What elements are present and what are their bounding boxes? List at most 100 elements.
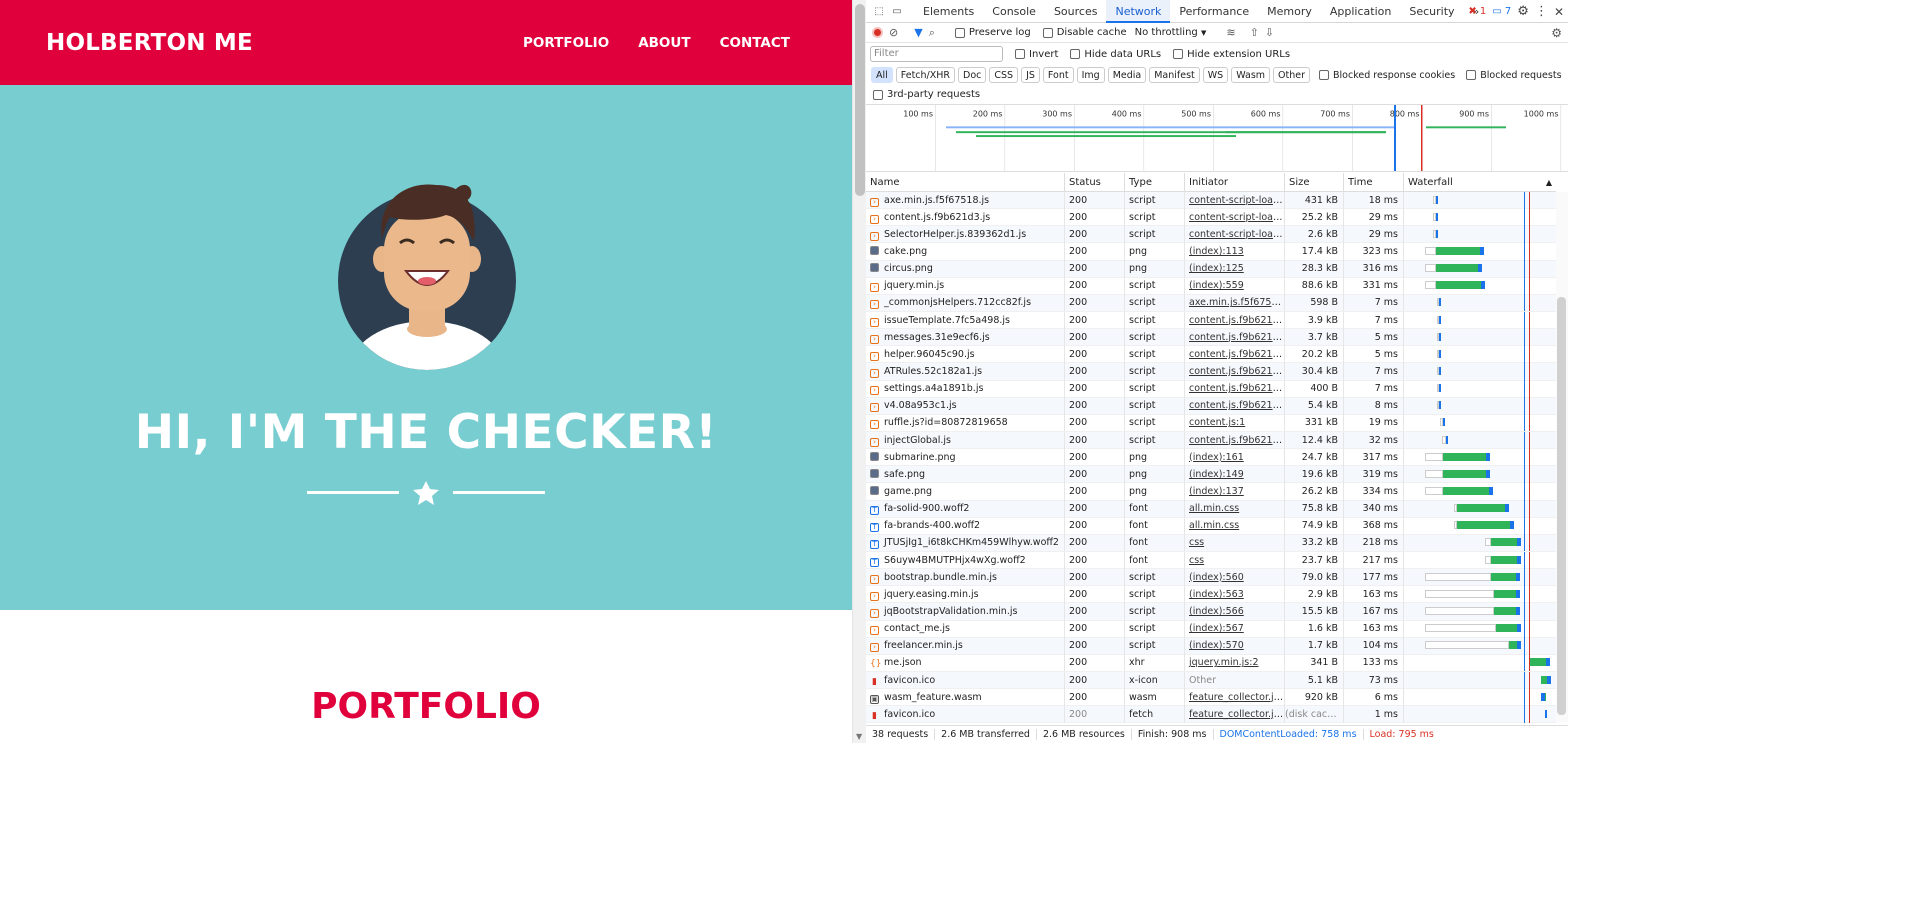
tab-elements[interactable]: Elements xyxy=(914,0,983,23)
cell-name[interactable]: ▮ favicon.ico xyxy=(866,705,1065,723)
record-stop-icon[interactable] xyxy=(872,27,883,38)
nav-link-portfolio[interactable]: PORTFOLIO xyxy=(523,35,609,51)
tab-application[interactable]: Application xyxy=(1321,0,1400,23)
scroll-down-arrow-icon[interactable]: ▼ xyxy=(856,732,862,741)
cell-initiator[interactable]: content.js.f9b621d... xyxy=(1185,397,1285,415)
table-row[interactable]: › contact_me.js 200 script (index):567 1.6 kB… xyxy=(866,620,1556,638)
cell-name[interactable]: › injectGlobal.js xyxy=(866,431,1065,449)
cell-name[interactable]: Tfa-brands-400.woff2 xyxy=(866,517,1065,535)
cell-name[interactable]: › jquery.min.js xyxy=(866,277,1065,295)
initiator-link[interactable]: (index):161 xyxy=(1189,452,1244,463)
table-row[interactable]: › content.js.f9b621d3.js 200 script content-… xyxy=(866,208,1556,227)
cell-initiator[interactable]: Other xyxy=(1185,671,1285,689)
initiator-link[interactable]: content-script-load... xyxy=(1189,195,1284,206)
cell-initiator[interactable]: (index):567 xyxy=(1185,620,1285,638)
initiator-link[interactable]: feature_collector.js:... xyxy=(1189,692,1284,703)
initiator-link[interactable]: jquery.min.js:2 xyxy=(1189,657,1259,668)
type-filter-js[interactable]: JS xyxy=(1021,67,1040,83)
cell-initiator[interactable]: (index):125 xyxy=(1185,260,1285,278)
cell-name[interactable]: › _commonjsHelpers.712cc82f.js xyxy=(866,294,1065,312)
table-row[interactable]: cake.png 200 png (index):113 17.4 kB 323 ms xyxy=(866,243,1556,261)
cell-name[interactable]: › jqBootstrapValidation.min.js xyxy=(866,602,1065,620)
site-brand[interactable]: HOLBERTON ME xyxy=(46,30,253,56)
cell-name[interactable]: {} me.json xyxy=(866,654,1065,672)
col-status[interactable]: Status xyxy=(1065,172,1125,192)
col-initiator[interactable]: Initiator xyxy=(1185,172,1285,192)
initiator-link[interactable]: feature_collector.js:... xyxy=(1189,709,1284,720)
cell-name[interactable]: › ruffle.js?id=80872819658 xyxy=(866,414,1065,432)
type-filter-media[interactable]: Media xyxy=(1107,67,1147,83)
table-row[interactable]: › messages.31e9ecf6.js 200 script content.js… xyxy=(866,328,1556,347)
table-row[interactable]: submarine.png 200 png (index):161 24.7 kB 317… xyxy=(866,448,1556,467)
cell-initiator[interactable]: (index):137 xyxy=(1185,482,1285,500)
initiator-link[interactable]: all.min.css xyxy=(1189,520,1239,531)
initiator-link[interactable]: (index):570 xyxy=(1189,640,1244,651)
type-filter-manifest[interactable]: Manifest xyxy=(1149,67,1200,83)
cell-initiator[interactable]: content.js:1 xyxy=(1185,414,1285,432)
cell-initiator[interactable]: (index):570 xyxy=(1185,637,1285,655)
cell-initiator[interactable]: (index):161 xyxy=(1185,448,1285,466)
table-row[interactable]: › injectGlobal.js 200 script content.js.f9b6… xyxy=(866,431,1556,450)
cell-name[interactable]: › ATRules.52c182a1.js xyxy=(866,362,1065,380)
initiator-link[interactable]: content-script-load... xyxy=(1189,229,1284,240)
cell-initiator[interactable]: content.js.f9b621d... xyxy=(1185,311,1285,329)
table-row[interactable]: {} me.json 200 xhr jquery.min.js:2 341 B 133 m… xyxy=(866,654,1556,672)
table-row[interactable]: ▮ favicon.ico 200 fetch feature_collector.js… xyxy=(866,705,1556,724)
initiator-link[interactable]: css xyxy=(1189,555,1204,566)
third-party-checkbox[interactable]: 3rd-party requests xyxy=(873,89,980,100)
page-scrollbar[interactable]: ▼ xyxy=(852,0,866,743)
initiator-link[interactable]: (index):559 xyxy=(1189,280,1244,291)
nav-link-about[interactable]: ABOUT xyxy=(638,35,690,51)
cell-name[interactable]: › settings.a4a1891b.js xyxy=(866,380,1065,398)
cell-name[interactable]: › messages.31e9ecf6.js xyxy=(866,328,1065,346)
cell-name[interactable]: T S6uyw4BMUTPHjx4wXg.woff2 xyxy=(866,551,1065,569)
table-row[interactable]: safe.png 200 png (index):149 19.6 kB 319 ms xyxy=(866,465,1556,484)
initiator-link[interactable]: (index):113 xyxy=(1189,246,1244,257)
timeline-overview[interactable]: 100 ms 200 ms 300 ms 400 ms 500 ms 600 ms 700 … xyxy=(866,104,1568,172)
cell-initiator[interactable]: content-script-load... xyxy=(1185,208,1285,226)
table-row[interactable]: › helper.96045c90.js 200 script content.js.f… xyxy=(866,345,1556,364)
cell-name[interactable]: ▮ favicon.ico xyxy=(866,671,1065,689)
table-scrollbar-thumb[interactable] xyxy=(1557,297,1566,715)
cell-name[interactable]: T JTUSjIg1_i6t8kCHKm459Wlhyw.woff2 xyxy=(866,534,1065,552)
cell-initiator[interactable]: content-script-load... xyxy=(1185,225,1285,243)
table-row[interactable]: T S6uyw4BMUTPHjx4wXg.woff2 200 font css 23.7 … xyxy=(866,551,1556,570)
throttling-select[interactable]: No throttling ▼ xyxy=(1135,27,1207,38)
inspect-element-icon[interactable]: ⬚ xyxy=(870,2,888,20)
cell-initiator[interactable]: content.js.f9b621d... xyxy=(1185,362,1285,380)
cell-initiator[interactable]: (index):560 xyxy=(1185,568,1285,586)
type-filter-font[interactable]: Font xyxy=(1042,67,1074,83)
cell-initiator[interactable]: content-script-load... xyxy=(1185,191,1285,209)
initiator-link[interactable]: content.js.f9b621d... xyxy=(1189,366,1284,377)
table-row[interactable]: › _commonjsHelpers.712cc82f.js 200 script ax… xyxy=(866,294,1556,312)
type-filter-doc[interactable]: Doc xyxy=(958,67,987,83)
table-row[interactable]: › axe.min.js.f5f67518.js 200 script content-… xyxy=(866,191,1556,210)
table-row[interactable]: › ruffle.js?id=80872819658 200 script conten… xyxy=(866,414,1556,432)
cell-initiator[interactable]: content.js.f9b621d... xyxy=(1185,431,1285,449)
type-filter-img[interactable]: Img xyxy=(1076,67,1105,83)
invert-checkbox[interactable]: Invert xyxy=(1015,49,1058,60)
type-filter-ws[interactable]: WS xyxy=(1202,67,1229,83)
table-row[interactable]: › jqBootstrapValidation.min.js 200 script (i… xyxy=(866,602,1556,621)
cell-initiator[interactable]: (index):563 xyxy=(1185,585,1285,603)
settings-gear-icon[interactable]: ⚙ xyxy=(1517,4,1529,19)
cell-name[interactable]: safe.png xyxy=(866,465,1065,483)
type-filter-other[interactable]: Other xyxy=(1273,67,1311,83)
table-row[interactable]: › jquery.easing.min.js 200 script (index):56… xyxy=(866,585,1556,604)
cell-name[interactable]: cake.png xyxy=(866,243,1065,260)
table-row[interactable]: › jquery.min.js 200 script (index):559 88.6 k… xyxy=(866,277,1556,295)
cell-name[interactable]: › bootstrap.bundle.min.js xyxy=(866,568,1065,586)
cell-name[interactable]: › v4.08a953c1.js xyxy=(866,397,1065,415)
initiator-link[interactable]: Other xyxy=(1189,675,1216,686)
more-options-icon[interactable]: ⋮ xyxy=(1535,4,1548,19)
tab-memory[interactable]: Memory xyxy=(1258,0,1321,23)
initiator-link[interactable]: axe.min.js.f5f67518... xyxy=(1189,297,1284,308)
initiator-link[interactable]: (index):567 xyxy=(1189,623,1244,634)
cell-name[interactable]: › freelancer.min.js xyxy=(866,637,1065,655)
col-name[interactable]: Name xyxy=(866,172,1065,192)
initiator-link[interactable]: (index):125 xyxy=(1189,263,1244,274)
initiator-link[interactable]: all.min.css xyxy=(1189,503,1239,514)
table-row[interactable]: Tfa-solid-900.woff2 200 font all.min.css 75.… xyxy=(866,500,1556,518)
cell-initiator[interactable]: content.js.f9b621d... xyxy=(1185,380,1285,398)
initiator-link[interactable]: content.js:1 xyxy=(1189,417,1245,428)
